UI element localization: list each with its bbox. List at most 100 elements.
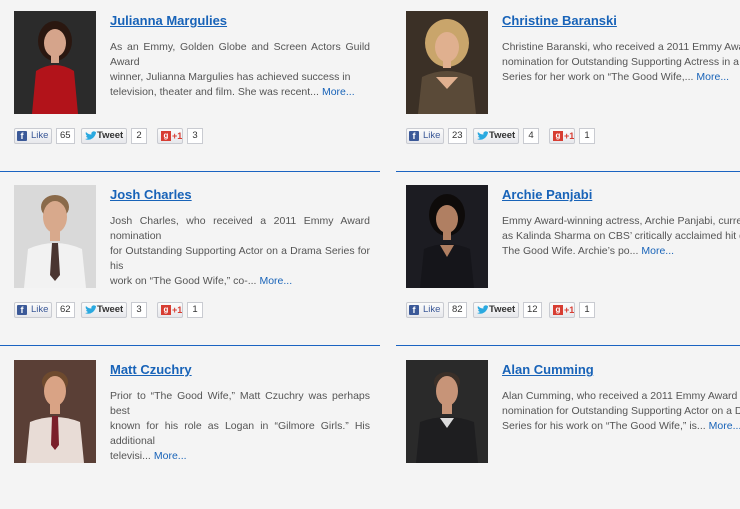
plus-count: 1 xyxy=(579,302,595,318)
more-link[interactable]: More... xyxy=(259,275,292,287)
tweet-button[interactable]: Tweet xyxy=(81,302,127,318)
more-link[interactable]: More... xyxy=(322,86,355,98)
google-plus-icon: g xyxy=(553,131,563,141)
bio-line: Series for her work on “The Good Wife,..… xyxy=(502,70,740,85)
google-plus-button[interactable]: g +1 xyxy=(157,128,183,144)
bio-line: Emmy Award-winning actress, Archie Panja… xyxy=(502,215,740,227)
cast-photo[interactable] xyxy=(14,185,96,288)
tweet-count: 12 xyxy=(523,302,542,318)
bio-text: work on “The Good Wife,” co-... xyxy=(110,275,257,287)
bio-line: Josh Charles, who received a 2011 Emmy A… xyxy=(110,215,370,242)
google-plus-button[interactable]: g +1 xyxy=(549,128,575,144)
cast-card-josh-charles: Josh Charles Josh Charles, who received … xyxy=(14,174,382,334)
like-count: 23 xyxy=(448,128,467,144)
bio-line: television, theater and film. She was re… xyxy=(110,85,370,100)
tweet-count: 3 xyxy=(131,302,147,318)
section-divider xyxy=(396,171,740,172)
like-label: Like xyxy=(31,304,49,315)
cast-photo[interactable] xyxy=(406,360,488,463)
like-count: 82 xyxy=(448,302,467,318)
facebook-like-button[interactable]: f Like xyxy=(406,128,444,144)
more-link[interactable]: More... xyxy=(154,450,187,462)
cast-name-link[interactable]: Matt Czuchry xyxy=(110,362,192,377)
tweet-button[interactable]: Tweet xyxy=(473,302,519,318)
cast-name-link[interactable]: Julianna Margulies xyxy=(110,13,227,28)
bio-line: as Kalinda Sharma on CBS’ critically acc… xyxy=(502,230,740,242)
facebook-icon: f xyxy=(17,131,27,141)
tweet-label: Tweet xyxy=(97,130,124,141)
plus-label: +1 xyxy=(172,305,183,315)
bio-text: television, theater and film. She was re… xyxy=(110,86,319,98)
section-divider xyxy=(0,345,380,346)
cast-card-alan-cumming: Alan Cumming Alan Cumming, who received … xyxy=(406,349,740,509)
bio-line: nomination for Outstanding Supporting Ac… xyxy=(502,56,740,68)
cast-name-link[interactable]: Josh Charles xyxy=(110,187,192,202)
facebook-icon: f xyxy=(409,305,419,315)
cast-card-christine-baranski: Christine Baranski Christine Baranski, w… xyxy=(406,0,740,160)
bio-line: work on “The Good Wife,” co-... More... xyxy=(110,274,370,289)
google-plus-icon: g xyxy=(161,131,171,141)
google-plus-button[interactable]: g +1 xyxy=(549,302,575,318)
tweet-button[interactable]: Tweet xyxy=(473,128,519,144)
google-plus-icon: g xyxy=(161,305,171,315)
cast-photo[interactable] xyxy=(406,11,488,114)
google-plus-button[interactable]: g +1 xyxy=(157,302,183,318)
tweet-label: Tweet xyxy=(97,304,124,315)
facebook-like-button[interactable]: f Like xyxy=(14,128,52,144)
tweet-label: Tweet xyxy=(489,304,516,315)
plus-label: +1 xyxy=(564,131,575,141)
bio-line: televisi... More... xyxy=(110,449,370,464)
tweet-count: 4 xyxy=(523,128,539,144)
cast-photo[interactable] xyxy=(14,360,96,463)
cast-name-link[interactable]: Christine Baranski xyxy=(502,13,617,28)
more-link[interactable]: More... xyxy=(696,71,729,83)
bio-line: Series for his work on “The Good Wife,” … xyxy=(502,419,740,434)
cast-bio: Alan Cumming, who received a 2011 Emmy A… xyxy=(502,389,740,434)
twitter-bird-icon xyxy=(477,131,489,140)
cast-name-link[interactable]: Alan Cumming xyxy=(502,362,594,377)
facebook-like-button[interactable]: f Like xyxy=(406,302,444,318)
bio-text: Series for her work on “The Good Wife,..… xyxy=(502,71,694,83)
bio-line: As an Emmy, Golden Globe and Screen Acto… xyxy=(110,41,370,68)
cast-name-link[interactable]: Archie Panjabi xyxy=(502,187,592,202)
cast-card-archie-panjabi: Archie Panjabi Emmy Award-winning actres… xyxy=(406,174,740,334)
like-count: 62 xyxy=(56,302,75,318)
facebook-icon: f xyxy=(409,131,419,141)
like-label: Like xyxy=(423,304,441,315)
section-divider xyxy=(0,171,380,172)
facebook-icon: f xyxy=(17,305,27,315)
plus-count: 1 xyxy=(187,302,203,318)
cast-photo[interactable] xyxy=(406,185,488,288)
facebook-like-button[interactable]: f Like xyxy=(14,302,52,318)
plus-label: +1 xyxy=(564,305,575,315)
cast-photo[interactable] xyxy=(14,11,96,114)
cast-card-matt-czuchry: Matt Czuchry Prior to “The Good Wife,” M… xyxy=(14,349,382,509)
cast-card-julianna-margulies: Julianna Margulies As an Emmy, Golden Gl… xyxy=(14,0,382,160)
tweet-button[interactable]: Tweet xyxy=(81,128,127,144)
social-bar: f Like 82 Tweet 12 g +1 1 xyxy=(406,302,666,319)
bio-line: The Good Wife. Archie’s po... More... xyxy=(502,244,740,259)
bio-line: known for his role as Logan in “Gilmore … xyxy=(110,420,370,447)
social-bar: f Like 23 Tweet 4 g +1 1 xyxy=(406,128,666,145)
twitter-bird-icon xyxy=(85,305,97,314)
bio-line: Alan Cumming, who received a 2011 Emmy A… xyxy=(502,390,738,402)
bio-text: televisi... xyxy=(110,450,151,462)
bio-line: winner, Julianna Margulies has achieved … xyxy=(110,71,351,83)
plus-count: 1 xyxy=(579,128,595,144)
like-label: Like xyxy=(31,130,49,141)
more-link[interactable]: More... xyxy=(641,245,674,257)
google-plus-icon: g xyxy=(553,305,563,315)
cast-bio: Josh Charles, who received a 2011 Emmy A… xyxy=(110,214,370,289)
bio-text: The Good Wife. Archie’s po... xyxy=(502,245,639,257)
section-divider xyxy=(396,345,740,346)
bio-line: nomination for Outstanding Supporting Ac… xyxy=(502,405,740,417)
cast-bio: Prior to “The Good Wife,” Matt Czuchry w… xyxy=(110,389,370,464)
like-count: 65 xyxy=(56,128,75,144)
bio-text: Series for his work on “The Good Wife,” … xyxy=(502,420,706,432)
plus-count: 3 xyxy=(187,128,203,144)
more-link[interactable]: More... xyxy=(709,420,740,432)
tweet-label: Tweet xyxy=(489,130,516,141)
twitter-bird-icon xyxy=(85,131,97,140)
social-bar: f Like 65 Tweet 2 g +1 3 xyxy=(14,128,274,145)
twitter-bird-icon xyxy=(477,305,489,314)
